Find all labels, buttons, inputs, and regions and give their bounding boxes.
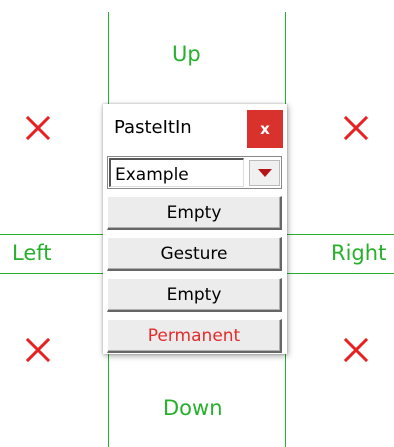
dropdown-value-field[interactable]: Example	[109, 158, 244, 187]
dropdown-selected-value: Example	[115, 165, 189, 185]
x-mark-icon	[342, 336, 370, 364]
window-title: PasteItIn	[114, 117, 192, 138]
direction-label-left: Left	[12, 241, 52, 265]
close-button[interactable]: x	[247, 110, 283, 148]
permanent-button[interactable]: Permanent	[107, 319, 282, 353]
x-mark-icon	[24, 336, 52, 364]
direction-label-right: Right	[331, 241, 387, 265]
direction-label-down: Down	[163, 396, 223, 420]
slot-button-gesture[interactable]: Gesture	[107, 237, 282, 271]
dropdown-arrow-button[interactable]	[249, 160, 280, 186]
slot-button-up[interactable]: Empty	[107, 196, 282, 230]
direction-label-up: Up	[172, 42, 201, 66]
x-mark-icon	[342, 114, 370, 142]
slot-button-down[interactable]: Empty	[107, 278, 282, 312]
x-mark-icon	[24, 114, 52, 142]
close-icon: x	[260, 120, 270, 138]
dropdown-arrow-icon	[257, 169, 272, 177]
profile-dropdown[interactable]: Example	[107, 156, 282, 189]
pasteitin-window: PasteItIn x Example Empty Gesture Empty …	[103, 104, 287, 354]
